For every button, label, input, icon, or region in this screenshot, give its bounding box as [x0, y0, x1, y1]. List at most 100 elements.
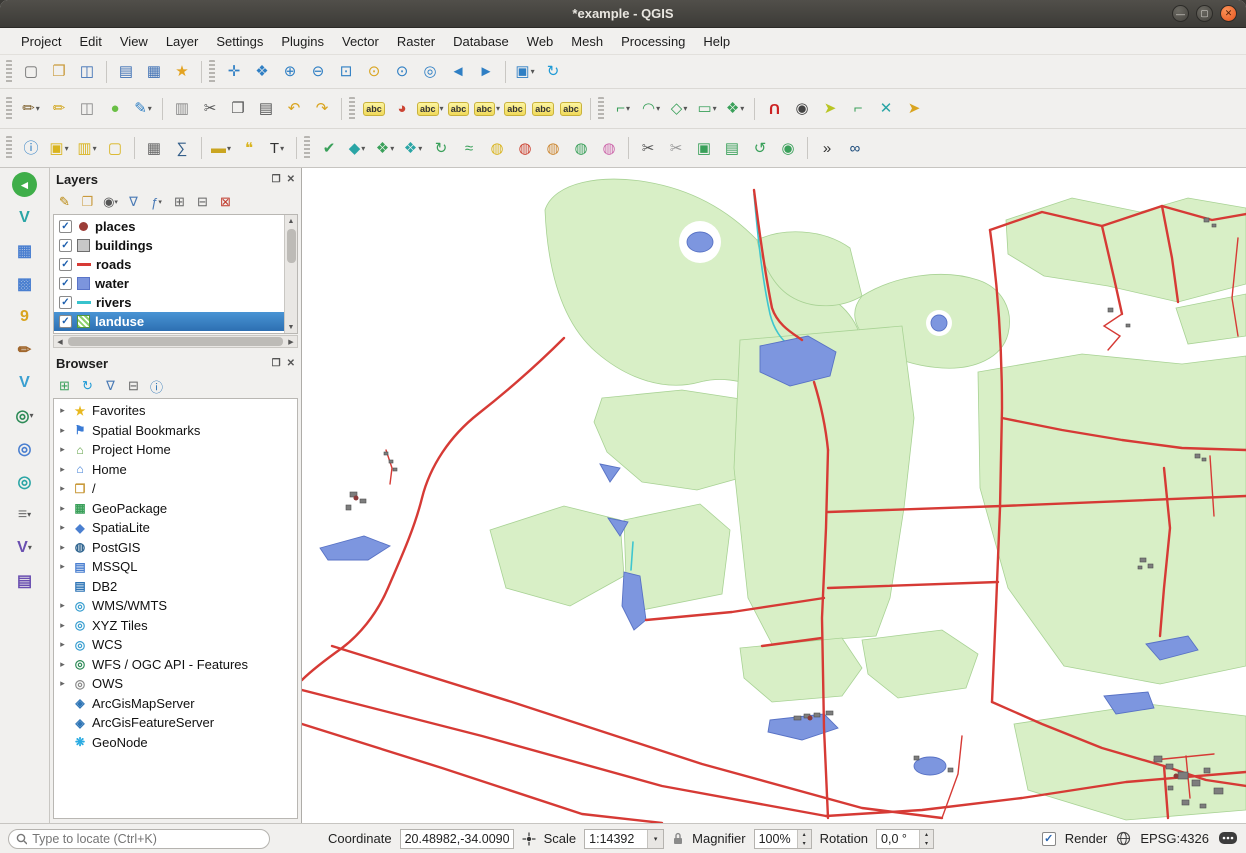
- redo-icon[interactable]: ↷: [309, 96, 335, 122]
- database-tool-icon[interactable]: ▤: [9, 568, 41, 593]
- locate-input[interactable]: [32, 832, 262, 846]
- open-attribute-table-icon[interactable]: ▦: [141, 135, 167, 161]
- expander-icon[interactable]: ▸: [57, 483, 68, 494]
- toolbar-grip[interactable]: [304, 136, 310, 160]
- vector-tool-icon[interactable]: V▾: [9, 535, 41, 560]
- browser-item-postgis[interactable]: ▸◍PostGIS: [54, 538, 297, 558]
- simplify-features-icon[interactable]: ≈: [456, 135, 482, 161]
- expander-icon[interactable]: ▸: [57, 678, 68, 689]
- digitize-shape-icon[interactable]: ◆▾: [344, 135, 370, 161]
- layers-horizontal-scrollbar[interactable]: ◀ ▶: [53, 335, 298, 348]
- delete-part-icon[interactable]: ◍: [596, 135, 622, 161]
- expander-icon[interactable]: ▸: [57, 561, 68, 572]
- zoom-to-layer-icon[interactable]: ⊙: [389, 59, 415, 85]
- change-label-properties-icon[interactable]: abc: [558, 96, 584, 122]
- digitize-polyline-icon[interactable]: V: [9, 205, 41, 230]
- style-manager-icon[interactable]: ★: [169, 59, 195, 85]
- layer-checkbox[interactable]: ✓: [59, 277, 72, 290]
- expander-icon[interactable]: ▸: [57, 639, 68, 650]
- rotation-input[interactable]: [877, 830, 919, 848]
- spin-down-icon[interactable]: ▾: [920, 839, 933, 848]
- browser-item-arcgis-map-server[interactable]: ◈ArcGisMapServer: [54, 694, 297, 714]
- search-layers-icon[interactable]: ∞: [842, 135, 868, 161]
- close-panel-icon[interactable]: ✕: [287, 174, 295, 185]
- expander-icon[interactable]: ▸: [57, 503, 68, 514]
- layer-item-roads[interactable]: ✓roads: [54, 255, 284, 274]
- raster-grid-tool-icon[interactable]: ▦: [9, 238, 41, 263]
- browser-item-star[interactable]: ▸★Favorites: [54, 401, 297, 421]
- new-project-icon[interactable]: ▢: [18, 59, 44, 85]
- menu-database[interactable]: Database: [444, 31, 518, 52]
- refresh-browser-icon[interactable]: ↻: [77, 376, 98, 396]
- zoom-full-extent-icon[interactable]: ⊡: [333, 59, 359, 85]
- browser-item-spatialite[interactable]: ▸◆SpatiaLite: [54, 518, 297, 538]
- paste-features-icon[interactable]: ▤: [253, 96, 279, 122]
- crs-status[interactable]: EPSG:4326: [1140, 831, 1209, 846]
- layer-checkbox[interactable]: ✓: [59, 220, 72, 233]
- topological-editing-icon[interactable]: ➤: [817, 96, 843, 122]
- wms-tool-icon[interactable]: ◎▾: [9, 403, 41, 428]
- browser-item-wms[interactable]: ▸◎WMS/WMTS: [54, 596, 297, 616]
- menu-project[interactable]: Project: [12, 31, 70, 52]
- map-canvas[interactable]: [302, 168, 1246, 823]
- modify-attributes-icon[interactable]: ▥: [169, 96, 195, 122]
- menu-raster[interactable]: Raster: [388, 31, 444, 52]
- pan-to-selection-icon[interactable]: ❖: [249, 59, 275, 85]
- freehand-annotation-icon[interactable]: ✏: [9, 337, 41, 362]
- move-label-icon[interactable]: abc: [502, 96, 528, 122]
- float-panel-icon[interactable]: ❐: [272, 358, 281, 369]
- delete-vertex-icon[interactable]: ✕: [873, 96, 899, 122]
- expander-icon[interactable]: ▸: [57, 522, 68, 533]
- zoom-in-icon[interactable]: ⊕: [277, 59, 303, 85]
- collapse-browser-icon[interactable]: ⊟: [123, 376, 144, 396]
- split-features-icon[interactable]: ✂: [635, 135, 661, 161]
- menu-layer[interactable]: Layer: [157, 31, 208, 52]
- new-map-view-icon[interactable]: ▣▾: [512, 59, 538, 85]
- menu-view[interactable]: View: [111, 31, 157, 52]
- scrollbar-thumb[interactable]: [287, 229, 296, 263]
- merge-features-icon[interactable]: ▣: [691, 135, 717, 161]
- pan-map-icon[interactable]: ✛: [221, 59, 247, 85]
- layer-item-water[interactable]: ✓water: [54, 274, 284, 293]
- filter-by-expression-icon[interactable]: ƒ▾: [146, 192, 167, 212]
- browser-item-folder[interactable]: ▸❐/: [54, 479, 297, 499]
- rectangle-tool-icon[interactable]: ▭▾: [694, 96, 720, 122]
- chevron-down-icon[interactable]: ▾: [647, 830, 663, 848]
- save-project-icon[interactable]: ◫: [74, 59, 100, 85]
- browser-item-project-home[interactable]: ▸⌂Project Home: [54, 440, 297, 460]
- offset-curve-icon[interactable]: ◠▾: [638, 96, 664, 122]
- layers-vertical-scrollbar[interactable]: ▲ ▼: [284, 215, 297, 333]
- show-hide-labels-icon[interactable]: abc▾: [474, 96, 501, 122]
- menu-help[interactable]: Help: [694, 31, 739, 52]
- collapse-all-icon[interactable]: ⊟: [192, 192, 213, 212]
- layer-stack-tool-icon[interactable]: ≡▾: [9, 502, 41, 527]
- scale-combo[interactable]: ▾: [584, 829, 664, 849]
- text-annotation-icon[interactable]: T▾: [264, 135, 290, 161]
- browser-item-geonode[interactable]: ❋GeoNode: [54, 733, 297, 753]
- rotate-point-symbols-icon[interactable]: ↺: [747, 135, 773, 161]
- check-geometries-icon[interactable]: ✔: [316, 135, 342, 161]
- scroll-up-icon[interactable]: ▲: [285, 215, 297, 227]
- expand-all-icon[interactable]: ⊞: [169, 192, 190, 212]
- new-print-layout-icon[interactable]: ▤: [113, 59, 139, 85]
- browser-item-db2[interactable]: ▤DB2: [54, 577, 297, 597]
- rotate-features-icon[interactable]: ↻: [428, 135, 454, 161]
- menu-web[interactable]: Web: [518, 31, 563, 52]
- scroll-left-icon[interactable]: ◀: [54, 338, 66, 346]
- circular-string-tool-icon[interactable]: 9: [9, 304, 41, 329]
- browser-item-geopackage[interactable]: ▸▦GeoPackage: [54, 499, 297, 519]
- spin-up-icon[interactable]: ▴: [920, 830, 933, 839]
- browser-item-mssql[interactable]: ▸▤MSSQL: [54, 557, 297, 577]
- expander-icon[interactable]: ▸: [57, 542, 68, 553]
- menu-processing[interactable]: Processing: [612, 31, 694, 52]
- layer-item-rivers[interactable]: ✓rivers: [54, 293, 284, 312]
- toolbar-grip[interactable]: [349, 97, 355, 121]
- toolbar-overflow-icon[interactable]: »: [814, 135, 840, 161]
- measure-line-icon[interactable]: ▬▾: [208, 135, 234, 161]
- move-features-icon[interactable]: ❖▾: [372, 135, 398, 161]
- open-layer-styling-icon[interactable]: ✎: [54, 192, 75, 212]
- merge-attributes-icon[interactable]: ▤: [719, 135, 745, 161]
- toolbar-grip[interactable]: [6, 97, 12, 121]
- locate-search[interactable]: [8, 829, 270, 849]
- undo-icon[interactable]: ↶: [281, 96, 307, 122]
